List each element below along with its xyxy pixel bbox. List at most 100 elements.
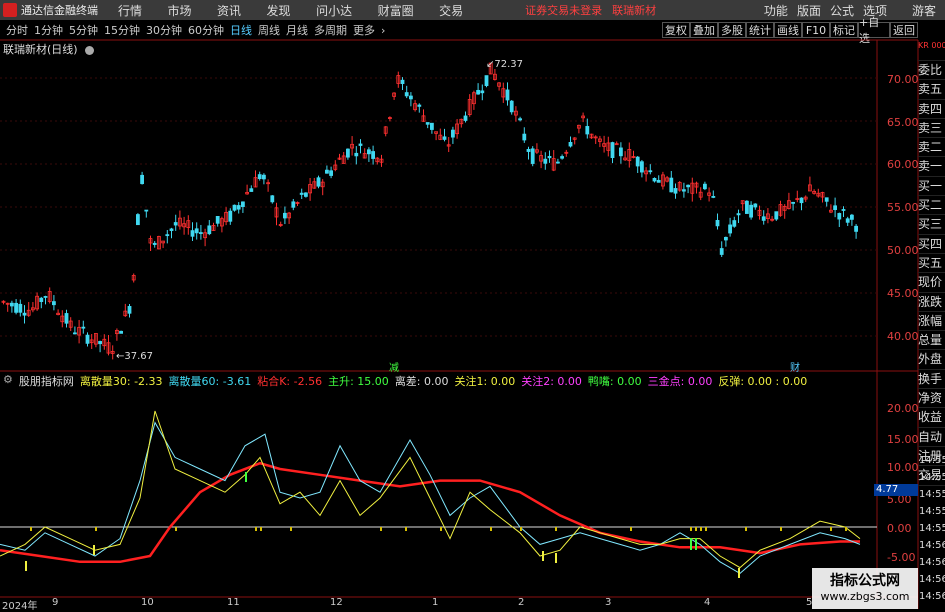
candle-body (198, 232, 203, 234)
login-alert[interactable]: 证券交易未登录 (525, 2, 602, 18)
indicator-item: 离散量60: -3.61 (168, 375, 252, 388)
candle-body (514, 110, 518, 116)
quote-row[interactable]: 换手 (918, 370, 945, 390)
quote-row[interactable]: 外盘 (918, 350, 945, 370)
candle-body (110, 351, 115, 354)
candle-body (9, 302, 14, 307)
chart-area[interactable] (0, 0, 945, 609)
candle-body (81, 326, 86, 329)
menu-function[interactable]: 功能 (764, 2, 788, 19)
quote-row[interactable]: 委比 (918, 61, 945, 81)
signal-tick (695, 527, 697, 531)
candle-body (602, 143, 606, 147)
candle-body (219, 218, 224, 227)
quote-row[interactable]: 收益 (918, 408, 945, 428)
candle-body (429, 122, 434, 130)
quote-row[interactable]: 买四 (918, 235, 945, 254)
indicator-tick: 10.00 (887, 461, 919, 474)
period-tab[interactable]: 30分钟 (146, 22, 182, 38)
menu-item-ask[interactable]: 问小达 (316, 4, 352, 18)
candle-body (450, 129, 455, 138)
quote-row[interactable]: 总量 (918, 331, 945, 351)
button-add-watchlist[interactable]: +自选 (858, 16, 890, 45)
dropdown-icon[interactable] (85, 45, 95, 55)
candle-body (215, 215, 220, 224)
menu-item-news[interactable]: 资讯 (217, 4, 241, 18)
candle-body (169, 228, 174, 231)
indicator-item: 反弹: 0.00 : 0.00 (718, 375, 808, 388)
candle-body (724, 236, 728, 241)
candle-body (425, 122, 430, 125)
quote-row[interactable]: 净资 (918, 389, 945, 409)
button-overlay[interactable]: 叠加 (690, 22, 718, 38)
candle-body (535, 149, 539, 153)
period-tab-daily[interactable]: 日线 (230, 22, 252, 38)
candle-body (417, 104, 422, 107)
event-mark[interactable]: 减 (389, 359, 399, 374)
quote-row[interactable]: 涨幅 (918, 312, 945, 332)
quote-row[interactable]: 卖五 (918, 80, 945, 100)
menu-item-market[interactable]: 行情 (118, 4, 142, 18)
quote-row[interactable]: 卖二 (918, 138, 945, 158)
signal-tick (700, 527, 702, 531)
quote-row[interactable]: 卖一 (918, 157, 945, 177)
period-tab[interactable]: 1分钟 (34, 22, 63, 38)
quote-row[interactable]: 现价 (918, 273, 945, 293)
quote-row[interactable]: 买三 (918, 215, 945, 235)
date-tick: 2 (518, 597, 525, 608)
quote-row[interactable]: 卖四 (918, 100, 945, 119)
candle-body (329, 170, 334, 176)
period-tab[interactable]: 周线 (258, 22, 280, 38)
candle-body (383, 126, 388, 134)
period-tab[interactable]: 15分钟 (104, 22, 140, 38)
button-mark[interactable]: 标记 (830, 22, 858, 38)
menu-layout[interactable]: 版面 (797, 2, 821, 19)
menu-item-trade[interactable]: 交易 (439, 4, 463, 18)
candle-body (547, 156, 552, 159)
settings-icon[interactable]: ⚙ (3, 373, 13, 387)
menu-item-discover[interactable]: 发现 (267, 4, 291, 18)
period-tab[interactable]: 5分钟 (69, 22, 98, 38)
candle-body (610, 142, 615, 159)
quote-row[interactable]: 买二 (918, 196, 945, 216)
button-restore-rights[interactable]: 复权 (662, 22, 690, 38)
event-mark[interactable]: 财 (790, 359, 800, 374)
guest-label[interactable]: 游客 (912, 2, 936, 19)
candle-body (543, 158, 548, 164)
candle-body (656, 179, 661, 183)
indicator-item[interactable]: 股朋指标网 (19, 373, 74, 388)
signal-tick (520, 527, 522, 531)
period-tab-more[interactable]: 更多 (353, 22, 375, 38)
button-f10[interactable]: F10 (802, 22, 830, 38)
candle-body (341, 155, 346, 164)
button-stats[interactable]: 统计 (746, 22, 774, 38)
button-back[interactable]: 返回 (890, 22, 918, 38)
candle-body (598, 138, 602, 142)
quote-row[interactable]: 买一 (918, 177, 945, 197)
date-tick: 11 (227, 597, 240, 608)
candle-body (623, 157, 627, 161)
menu-formula[interactable]: 公式 (830, 2, 854, 19)
candle-body (459, 118, 464, 125)
menu-item-wealth[interactable]: 财富圈 (378, 4, 414, 18)
signal-tick (705, 527, 707, 531)
period-tab[interactable]: 月线 (286, 22, 308, 38)
chevron-right-icon[interactable]: › (381, 24, 385, 37)
quote-row[interactable]: 涨跌 (918, 293, 945, 312)
quote-row[interactable]: 自动 (918, 428, 945, 447)
button-multi-stock[interactable]: 多股 (718, 22, 746, 38)
quote-row[interactable]: 卖三 (918, 119, 945, 139)
period-tab[interactable]: 60分钟 (188, 22, 224, 38)
menu-item-markets[interactable]: 市场 (168, 4, 192, 18)
candle-body (673, 188, 678, 194)
candle-body (127, 306, 132, 314)
quote-row[interactable]: 买五 (918, 254, 945, 274)
candle-body (47, 291, 52, 302)
time-label: 14:55 (919, 506, 945, 517)
candle-body (833, 205, 837, 211)
alert-stock[interactable]: 联瑞新材 (612, 2, 656, 18)
period-tab[interactable]: 分时 (6, 22, 28, 38)
button-draw-line[interactable]: 画线 (774, 22, 802, 38)
period-tab[interactable]: 多周期 (314, 22, 347, 38)
candle-body (253, 177, 258, 188)
